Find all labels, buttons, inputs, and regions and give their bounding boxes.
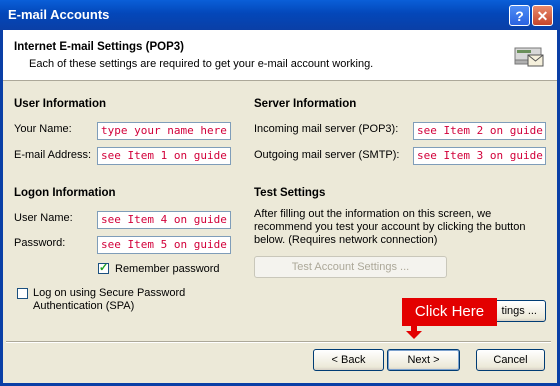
next-button[interactable]: Next >	[387, 349, 460, 371]
spa-label-line2: Authentication (SPA)	[33, 300, 135, 312]
test-account-settings-button[interactable]: Test Account Settings ...	[254, 256, 447, 278]
outgoing-server-label: Outgoing mail server (SMTP):	[254, 149, 400, 161]
your-name-input[interactable]: type your name here	[97, 122, 231, 140]
incoming-server-input[interactable]: see Item 2 on guide	[413, 122, 546, 140]
incoming-server-label: Incoming mail server (POP3):	[254, 123, 399, 135]
back-button[interactable]: < Back	[313, 349, 384, 371]
password-label: Password:	[14, 237, 66, 249]
your-name-label: Your Name:	[14, 123, 72, 135]
email-address-input[interactable]: see Item 1 on guide	[97, 147, 231, 165]
outgoing-server-input[interactable]: see Item 3 on guide	[413, 147, 546, 165]
footer-separator	[6, 341, 551, 343]
test-settings-text-line3: below. (Requires network connection)	[254, 234, 438, 246]
password-input[interactable]: see Item 5 on guide	[97, 236, 231, 254]
test-settings-text-line2: recommend you test your account by click…	[254, 221, 526, 233]
logon-info-heading: Logon Information	[14, 187, 116, 199]
test-settings-heading: Test Settings	[254, 187, 326, 199]
close-button[interactable]: ✕	[532, 5, 553, 26]
dialog-header: Internet E-mail Settings (POP3) Each of …	[3, 30, 557, 81]
mail-server-icon	[514, 47, 544, 67]
callout-arrow-icon	[406, 324, 422, 339]
title-bar: E-mail Accounts ? ✕	[0, 0, 560, 30]
help-button[interactable]: ?	[509, 5, 530, 26]
spa-checkbox[interactable]	[17, 288, 28, 299]
user-name-label: User Name:	[14, 212, 73, 224]
header-title: Internet E-mail Settings (POP3)	[14, 41, 184, 53]
window-title: E-mail Accounts	[8, 7, 110, 22]
click-here-callout: Click Here	[402, 298, 497, 326]
test-settings-text-line1: After filling out the information on thi…	[254, 208, 492, 220]
remember-password-checkbox[interactable]	[98, 261, 109, 274]
email-address-label: E-mail Address:	[14, 149, 92, 161]
spa-label-line1: Log on using Secure Password	[33, 287, 186, 299]
cancel-button[interactable]: Cancel	[476, 349, 545, 371]
user-name-input[interactable]: see Item 4 on guide	[97, 211, 231, 229]
server-info-heading: Server Information	[254, 98, 357, 110]
header-subtitle: Each of these settings are required to g…	[29, 58, 374, 70]
user-info-heading: User Information	[14, 98, 107, 110]
remember-password-label: Remember password	[115, 263, 220, 275]
